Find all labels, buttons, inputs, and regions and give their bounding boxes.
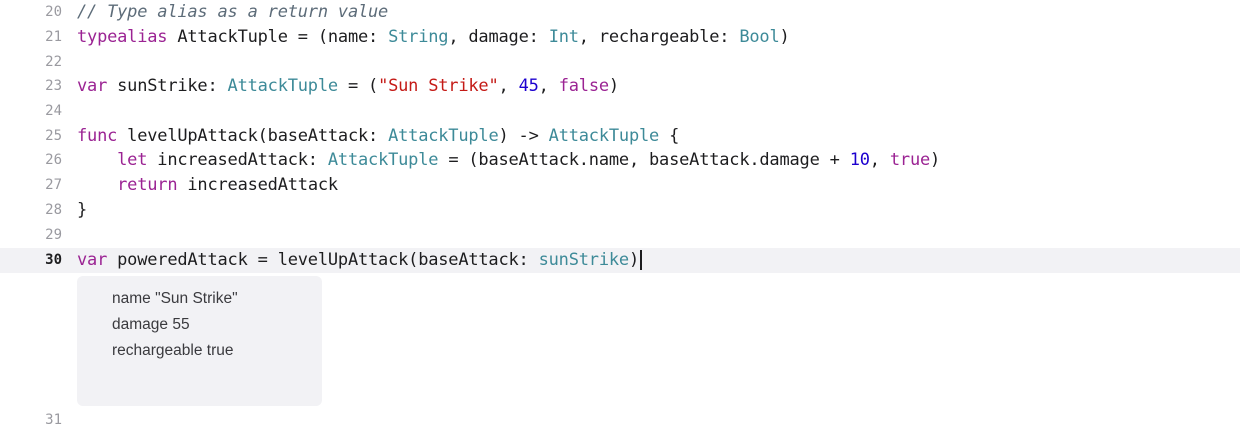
line-number: 28	[45, 202, 62, 218]
result-row: name "Sun Strike"	[112, 290, 238, 307]
line-number: 21	[45, 29, 62, 45]
code-token: AttackTuple = (name:	[167, 27, 389, 47]
line-number: 27	[45, 177, 62, 193]
code-text: typealias AttackTuple = (name: String, d…	[77, 25, 790, 50]
code-line[interactable]: 29	[0, 223, 1240, 248]
code-token: ) ->	[498, 126, 549, 146]
code-token: let	[117, 150, 148, 170]
code-line[interactable]: 31	[0, 408, 1240, 433]
code-line[interactable]: 26 let increasedAttack: AttackTuple = (b…	[0, 148, 1240, 173]
code-line[interactable]: 24	[0, 99, 1240, 124]
code-token: func	[77, 126, 118, 146]
code-token: = (	[337, 76, 379, 96]
code-token: ,	[498, 76, 519, 96]
code-token: , rechargeable:	[578, 27, 740, 47]
code-text: }	[77, 198, 87, 223]
line-number: 20	[45, 4, 62, 20]
code-line-current[interactable]: 30 var poweredAttack = levelUpAttack(base…	[0, 248, 1240, 273]
line-number: 24	[45, 103, 62, 119]
code-line[interactable]: 28}	[0, 198, 1240, 223]
code-token: sunStrike:	[107, 76, 228, 96]
code-editor[interactable]: 20 // Type alias as a return value 21 typea…	[0, 0, 1240, 434]
code-token: AttackTuple	[388, 126, 499, 146]
result-row: rechargeable true	[112, 342, 234, 359]
code-token: typealias	[77, 27, 168, 47]
code-text: func levelUpAttack(baseAttack: AttackTup…	[77, 124, 679, 149]
code-token: var	[77, 76, 108, 96]
code-token: )	[779, 27, 790, 47]
code-token: levelUpAttack(baseAttack:	[117, 126, 389, 146]
code-token: return	[117, 175, 178, 195]
line-number: 25	[45, 128, 62, 144]
code-token: poweredAttack = levelUpAttack(baseAttack…	[107, 250, 539, 270]
line-number: 22	[45, 54, 62, 70]
code-token: }	[77, 200, 88, 220]
code-token: , damage:	[448, 27, 549, 47]
line-number: 29	[45, 227, 62, 243]
code-token: ,	[869, 150, 890, 170]
code-text: // Type alias as a return value	[77, 0, 388, 25]
code-token: 10	[849, 150, 870, 170]
code-token: 45	[518, 76, 539, 96]
line-number: 23	[45, 78, 62, 94]
code-token: increasedAttack:	[147, 150, 328, 170]
code-line[interactable]: 20 // Type alias as a return value	[0, 0, 1240, 25]
code-token: AttackTuple	[548, 126, 660, 146]
code-line[interactable]: 23 var sunStrike: AttackTuple = ("Sun Str…	[0, 74, 1240, 99]
code-token: AttackTuple	[327, 150, 439, 170]
line-number: 30	[45, 252, 62, 268]
code-token: )	[608, 76, 619, 96]
line-number: 26	[45, 152, 62, 168]
code-token: true	[889, 150, 931, 170]
text-cursor	[639, 250, 642, 270]
line-number: 31	[45, 412, 62, 428]
code-token: {	[659, 126, 680, 146]
code-line[interactable]: 27 return increasedAttack	[0, 173, 1240, 198]
code-token: = (baseAttack.name, baseAttack.damage +	[438, 150, 850, 170]
code-token: )	[930, 150, 941, 170]
code-token: String	[388, 27, 449, 47]
code-text: return increasedAttack	[77, 173, 338, 198]
code-line[interactable]: 22	[0, 50, 1240, 75]
result-popover: name "Sun Strike" damage 55 rechargeable t…	[77, 276, 322, 406]
code-text: var poweredAttack = levelUpAttack(baseAt…	[77, 248, 642, 273]
code-line[interactable]: 25 func levelUpAttack(baseAttack: AttackT…	[0, 124, 1240, 149]
code-token: false	[558, 76, 609, 96]
code-token: sunStrike	[538, 250, 630, 270]
code-token: ,	[538, 76, 559, 96]
code-text: var sunStrike: AttackTuple = ("Sun Strik…	[77, 74, 619, 99]
code-line[interactable]: 21 typealias AttackTuple = (name: String,…	[0, 25, 1240, 50]
code-token: AttackTuple	[227, 76, 339, 96]
code-text: let increasedAttack: AttackTuple = (base…	[77, 148, 940, 173]
code-token: increasedAttack	[177, 175, 338, 195]
code-token: Int	[548, 27, 579, 47]
code-token: )	[628, 250, 639, 270]
code-token: "Sun Strike"	[378, 76, 499, 96]
code-token: var	[77, 250, 108, 270]
result-row: damage 55	[112, 316, 190, 333]
code-token: Bool	[739, 27, 780, 47]
code-token: // Type alias as a return value	[77, 2, 389, 22]
